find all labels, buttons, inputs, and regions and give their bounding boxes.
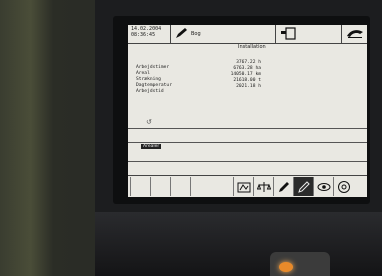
power-led xyxy=(279,262,293,272)
terminal-screen: 14.02.2004 08:36:45 Bog Installation Arb… xyxy=(128,25,367,197)
toolbar-slot[interactable] xyxy=(130,177,150,196)
scale-icon[interactable] xyxy=(253,177,273,196)
refresh-icon[interactable]: ↺ xyxy=(146,118,152,126)
divider xyxy=(170,25,171,43)
toolbar-slot[interactable] xyxy=(150,177,170,196)
bottom-toolbar xyxy=(128,175,367,197)
divider xyxy=(341,25,342,43)
pen-icon[interactable] xyxy=(273,177,293,196)
pen-icon[interactable] xyxy=(174,27,188,39)
status-header: 14.02.2004 08:36:45 Bog xyxy=(128,25,367,44)
time-text: 08:36:45 xyxy=(131,32,156,38)
device-icon[interactable] xyxy=(280,27,296,40)
settings-icon[interactable] xyxy=(333,177,353,196)
terminal-lower-panel xyxy=(95,212,382,276)
data-labels: Arbejdstimer Areal Strækning Dagtemperat… xyxy=(136,65,172,95)
divider xyxy=(275,25,276,43)
toolbar-slot[interactable] xyxy=(190,177,210,196)
field-icon[interactable] xyxy=(233,177,253,196)
list-value: 2021.18 h xyxy=(236,84,261,89)
user-name: Bog xyxy=(191,31,201,37)
list-item: Arbejdstid xyxy=(136,89,164,94)
logo-icon xyxy=(347,30,363,38)
page-title: Installation xyxy=(238,44,266,50)
edit-icon[interactable] xyxy=(293,177,313,196)
data-values: 3767.22 h 6763.28 ha 14050.17 km 21618.0… xyxy=(221,60,261,90)
divider xyxy=(128,161,367,162)
eye-icon[interactable] xyxy=(313,177,333,196)
datetime: 14.02.2004 08:36:45 xyxy=(131,26,161,38)
divider xyxy=(128,142,367,143)
selected-tag[interactable]: Arealer xyxy=(141,144,162,149)
divider xyxy=(128,128,367,129)
toolbar-slot[interactable] xyxy=(170,177,190,196)
